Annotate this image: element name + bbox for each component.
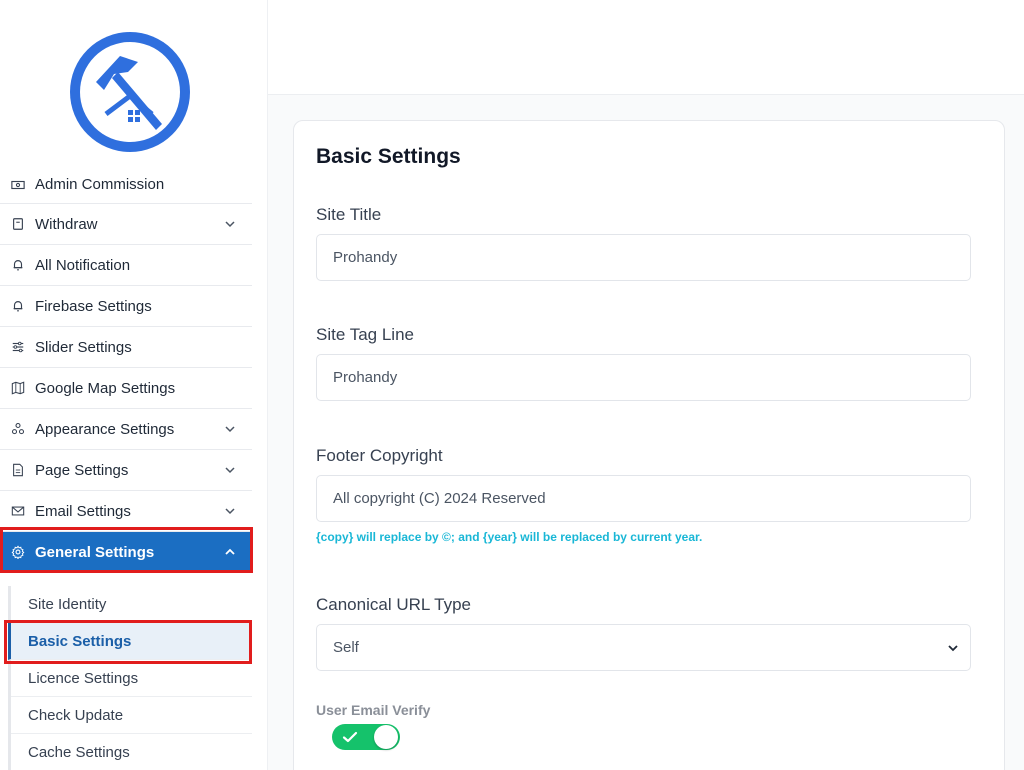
sidebar-item-appearance-settings[interactable]: Appearance Settings xyxy=(0,409,252,450)
apps-icon xyxy=(10,421,26,437)
sidebar-item-label: Withdraw xyxy=(35,215,98,233)
submenu-item-basic-settings[interactable]: Basic Settings xyxy=(8,623,252,660)
submenu-item-site-identity[interactable]: Site Identity xyxy=(11,586,252,623)
sidebar-item-withdraw[interactable]: Withdraw xyxy=(0,204,252,245)
sidebar-item-label: Slider Settings xyxy=(35,338,132,356)
sidebar-item-label: All Notification xyxy=(35,256,131,274)
site-title-label: Site Title xyxy=(316,205,382,224)
user-email-verify-label: User Email Verify xyxy=(316,702,431,718)
wallet-icon xyxy=(10,216,26,232)
sidebar-item-google-map-settings[interactable]: Google Map Settings xyxy=(0,368,252,409)
sidebar-item-page-settings[interactable]: Page Settings xyxy=(0,450,252,491)
sidebar-item-label: Appearance Settings xyxy=(35,420,175,438)
site-title-input[interactable]: Prohandy xyxy=(316,234,971,281)
sidebar-item-label: General Settings xyxy=(35,543,155,561)
sidebar-item-email-settings[interactable]: Email Settings xyxy=(0,491,252,532)
sidebar: Admin Commission Withdraw All Notificati… xyxy=(0,0,268,770)
sidebar-item-general-settings[interactable]: General Settings xyxy=(0,532,252,572)
sidebar-menu: Admin Commission Withdraw All Notificati… xyxy=(0,164,252,572)
sidebar-item-label: Email Settings xyxy=(35,502,131,520)
chevron-up-icon xyxy=(225,548,235,555)
bell-icon xyxy=(10,298,26,314)
sidebar-item-admin-commission[interactable]: Admin Commission xyxy=(0,164,252,204)
submenu-item-label: Cache Settings xyxy=(28,743,130,761)
page-title: Basic Settings xyxy=(316,145,461,168)
sidebar-item-slider-settings[interactable]: Slider Settings xyxy=(0,327,252,368)
submenu-item-label: Check Update xyxy=(28,706,124,724)
footer-copyright-input[interactable]: All copyright (C) 2024 Reserved xyxy=(316,475,971,522)
bell-icon xyxy=(10,257,26,273)
mail-icon xyxy=(10,503,26,519)
submenu-item-cache-settings[interactable]: Cache Settings xyxy=(11,734,252,770)
submenu-item-label: Site Identity xyxy=(28,595,107,613)
footer-copyright-label: Footer Copyright xyxy=(316,446,443,465)
site-title-value: Prohandy xyxy=(333,249,398,266)
submenu-item-licence-settings[interactable]: Licence Settings xyxy=(11,660,252,697)
page-icon xyxy=(10,462,26,478)
toggle-knob[interactable] xyxy=(374,725,398,749)
sidebar-item-label: Firebase Settings xyxy=(35,297,152,315)
submenu-item-check-update[interactable]: Check Update xyxy=(11,697,252,734)
site-tag-line-label: Site Tag Line xyxy=(316,325,414,344)
chevron-down-icon xyxy=(225,426,235,433)
map-icon xyxy=(10,380,26,396)
canonical-url-type-value: Self xyxy=(333,639,359,656)
prohandy-logo[interactable] xyxy=(66,28,194,156)
sidebar-item-label: Page Settings xyxy=(35,461,129,479)
gear-icon xyxy=(10,544,26,560)
chevron-down-icon xyxy=(225,467,235,474)
sliders-icon xyxy=(10,339,26,355)
check-icon xyxy=(342,731,358,743)
basic-settings-card: Basic Settings Site Title Prohandy Site … xyxy=(293,120,1005,770)
submenu-item-label: Licence Settings xyxy=(28,669,139,687)
sidebar-item-all-notification[interactable]: All Notification xyxy=(0,245,252,286)
chevron-down-icon xyxy=(948,644,958,651)
canonical-url-type-label: Canonical URL Type xyxy=(316,595,471,614)
top-header xyxy=(268,0,1024,95)
site-tag-line-value: Prohandy xyxy=(333,369,398,386)
site-tag-line-input[interactable]: Prohandy xyxy=(316,354,971,401)
chevron-down-icon xyxy=(225,221,235,228)
general-settings-submenu: Site Identity Basic Settings Licence Set… xyxy=(8,586,252,770)
sidebar-item-label: Admin Commission xyxy=(35,176,165,193)
footer-copyright-value: All copyright (C) 2024 Reserved xyxy=(333,490,546,507)
chevron-down-icon xyxy=(225,508,235,515)
footer-copyright-hint: {copy} will replace by ©; and {year} wil… xyxy=(316,530,703,544)
cash-icon xyxy=(10,177,26,193)
submenu-item-label: Basic Settings xyxy=(28,632,132,650)
sidebar-item-label: Google Map Settings xyxy=(35,379,176,397)
sidebar-item-firebase-settings[interactable]: Firebase Settings xyxy=(0,286,252,327)
user-email-verify-toggle[interactable] xyxy=(332,724,400,750)
canonical-url-type-select[interactable]: Self xyxy=(316,624,971,671)
